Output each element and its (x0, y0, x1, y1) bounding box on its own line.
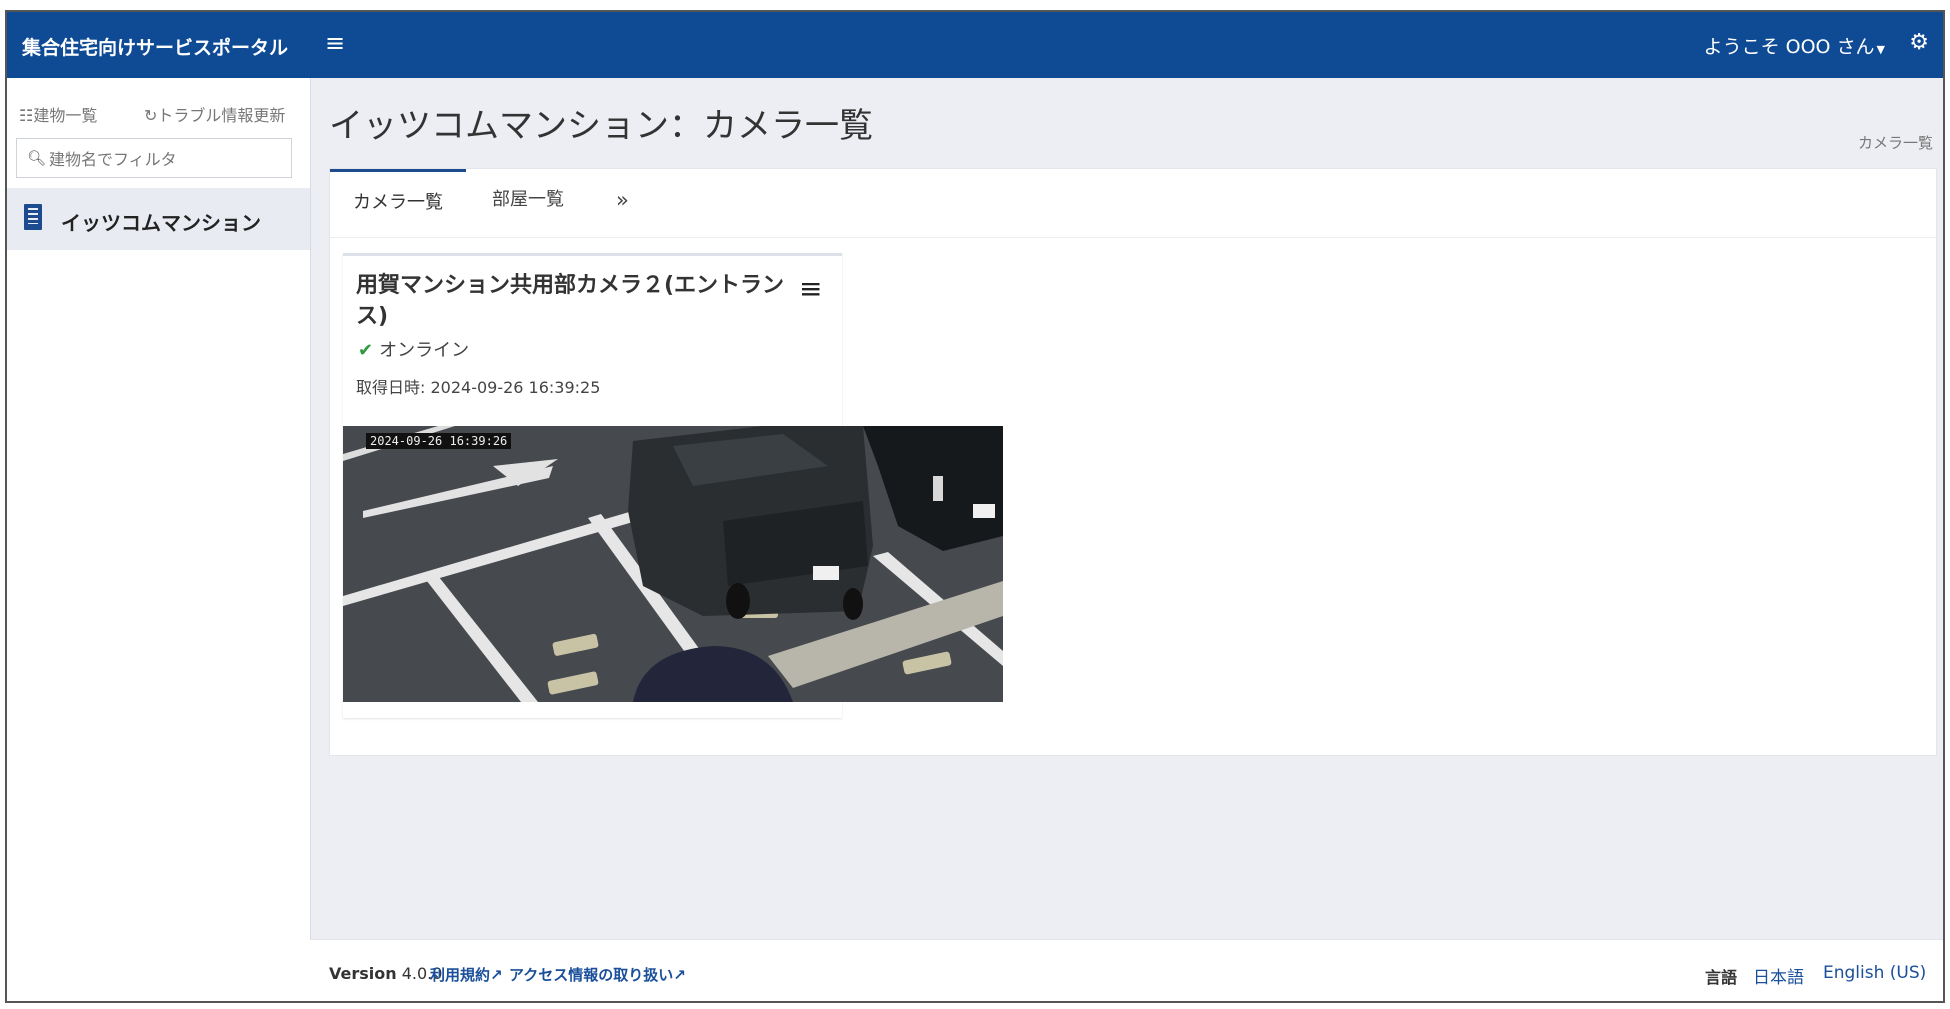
building-filter: 🔍︎ (16, 138, 292, 178)
version-label: Version (329, 964, 397, 983)
tab-room-list[interactable]: 部屋一覧 (492, 169, 564, 237)
camera-status: ✔ オンライン (358, 336, 469, 362)
user-menu[interactable]: ようこそ OOO さん ▼ (1704, 32, 1885, 59)
tab-bar: カメラ一覧 部屋一覧 » (330, 169, 1936, 238)
tab-more[interactable]: » (616, 169, 629, 237)
external-link-icon: ↗ (490, 966, 503, 984)
parking-lot-image (343, 426, 1003, 702)
access-info-link[interactable]: アクセス情報の取り扱い↗ (509, 964, 686, 985)
sidebar-item-label: イッツコムマンション (61, 211, 261, 235)
building-list-link[interactable]: ☷建物一覧 (19, 106, 97, 125)
page-title: イッツコムマンション：カメラ一覧 (329, 106, 873, 146)
language-japanese[interactable]: 日本語 (1753, 963, 1804, 988)
card-menu-icon[interactable]: ≡ (799, 272, 822, 305)
snapshot-timestamp: 2024-09-26 16:39:26 (366, 433, 512, 449)
check-icon: ✔ (358, 340, 374, 361)
terms-link[interactable]: 利用規約↗ (430, 964, 503, 985)
terms-link-label: 利用規約 (430, 966, 491, 984)
external-link-icon: ↗ (673, 966, 686, 984)
camera-status-text: オンライン (379, 340, 470, 361)
language-english[interactable]: English (US) (1823, 963, 1926, 983)
building-icon (24, 204, 42, 230)
app-window: 集合住宅向けサービスポータル ≡ ようこそ OOO さん ▼ ⚙ ☷建物一覧 ↻ト… (5, 10, 1945, 1003)
acquired-value: 2024-09-26 16:39:25 (430, 378, 601, 397)
top-navbar: 集合住宅向けサービスポータル ≡ ようこそ OOO さん ▼ ⚙ (7, 12, 1943, 78)
acquired-time: 取得日時: 2024-09-26 16:39:25 (356, 374, 600, 398)
camera-card: 用賀マンション共用部カメラ２(エントランス) ≡ ✔ オンライン 取得日時: 20… (343, 253, 1003, 718)
sidebar: ☷建物一覧 ↻トラブル情報更新 🔍︎ イッツコムマンション (7, 78, 311, 1001)
brand-title[interactable]: 集合住宅向けサービスポータル (22, 33, 288, 60)
sidebar-item-building[interactable]: イッツコムマンション (7, 188, 310, 250)
footer: Version 4.0.0 利用規約↗ アクセス情報の取り扱い↗ 言語 日本語 … (310, 939, 1943, 1001)
camera-snapshot[interactable]: 2024-09-26 16:39:26 (343, 426, 1003, 702)
access-link-label: アクセス情報の取り扱い (509, 966, 674, 984)
trouble-refresh-link[interactable]: ↻トラブル情報更新 (144, 102, 285, 126)
hamburger-icon[interactable]: ≡ (325, 29, 345, 57)
version-info: Version 4.0.0 (329, 964, 442, 983)
camera-title: 用賀マンション共用部カメラ２(エントランス) (356, 273, 785, 329)
sidebar-links: ☷建物一覧 ↻トラブル情報更新 (19, 102, 299, 126)
caret-down-icon: ▼ (1876, 43, 1885, 56)
language-label: 言語 (1705, 968, 1738, 987)
building-filter-input[interactable] (47, 144, 289, 174)
gear-icon[interactable]: ⚙ (1909, 30, 1929, 55)
tab-camera-list[interactable]: カメラ一覧 (330, 169, 466, 237)
search-icon: 🔍︎ (27, 149, 47, 167)
user-greeting: ようこそ OOO さん (1703, 36, 1875, 58)
acquired-label: 取得日時: (356, 378, 431, 397)
breadcrumb: カメラ一覧 (1857, 134, 1933, 152)
content-panel: カメラ一覧 部屋一覧 » 用賀マンション共用部カメラ２(エントランス) ≡ ✔ オ… (329, 168, 1937, 756)
